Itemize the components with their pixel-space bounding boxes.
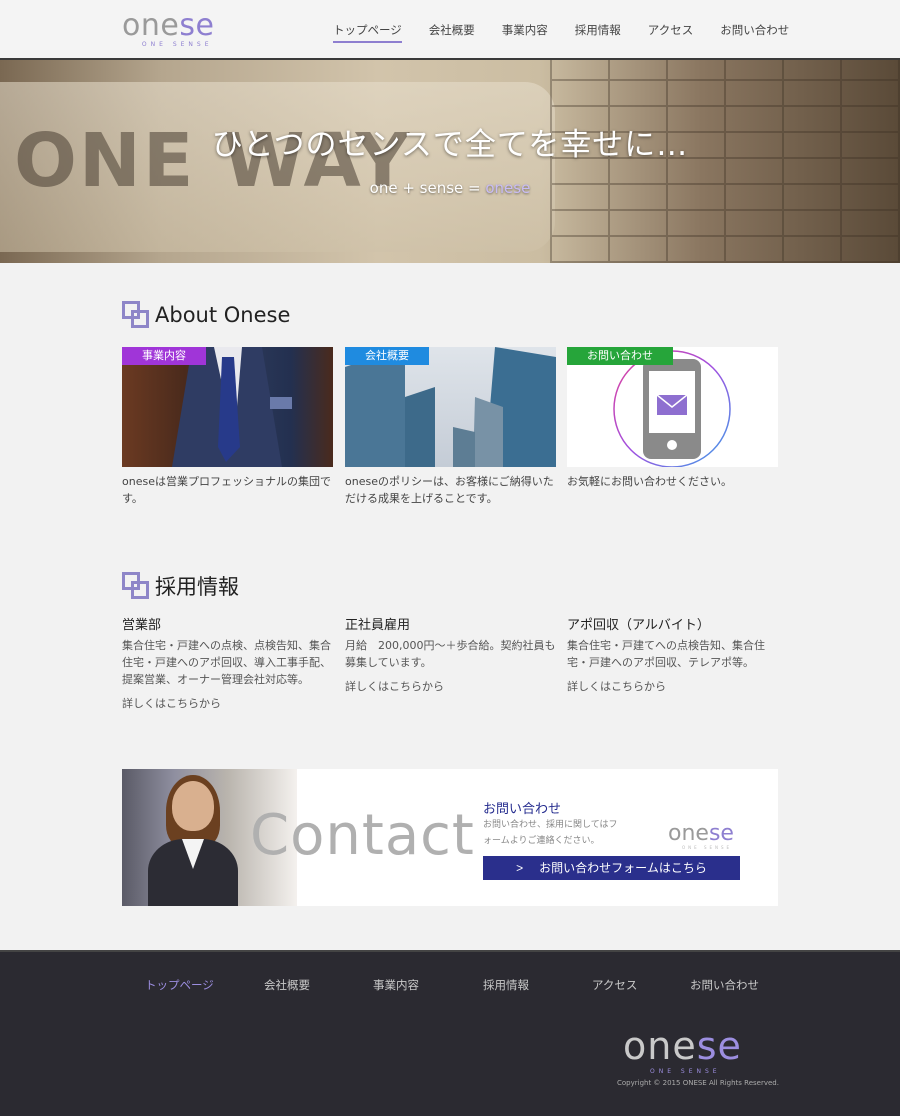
footer-logo-tagline: ONE SENSE	[650, 1068, 721, 1075]
nav-company[interactable]: 会社概要	[429, 22, 475, 43]
recruit-item-text: 集合住宅・戸建てへの点検告知、集合住宅・戸建へのアポ回収、テレアポ等。	[567, 639, 765, 669]
hero-subtitle: one + sense = onese	[369, 179, 531, 197]
card-business-text: oneseは営業プロフェッショナルの集団です。	[122, 475, 331, 505]
about-title: About Onese	[155, 303, 291, 327]
footer-nav-contact[interactable]: お問い合わせ	[690, 977, 759, 993]
recruit-item-title: 営業部	[122, 618, 162, 633]
recruit-item-link[interactable]: 詳しくはこちらから	[122, 695, 337, 711]
footer-nav-recruit[interactable]: 採用情報	[483, 977, 529, 993]
nav-recruit[interactable]: 採用情報	[575, 22, 621, 43]
recruit-item-text: 集合住宅・戸建への点検、点検告知、集合住宅・戸建へのアポ回収、導入工事手配、提案…	[122, 639, 331, 686]
footer-nav-business[interactable]: 事業内容	[373, 977, 419, 993]
footer-nav-access[interactable]: アクセス	[592, 977, 637, 993]
contact-description: お問い合わせ、採用に関してはフォームよりご連絡ください。	[483, 820, 618, 846]
recruit-item-link[interactable]: 詳しくはこちらから	[345, 678, 560, 694]
card-contact-text: お気軽にお問い合わせください。	[567, 475, 732, 488]
recruit-title: 採用情報	[155, 575, 239, 599]
site-header: onese ONE SENSE トップページ 会社概要 事業内容 採用情報 アク…	[0, 0, 900, 60]
about-heading: About Onese	[122, 301, 290, 329]
footer-logo[interactable]: onese	[623, 1027, 742, 1065]
card-business: 事業内容 oneseは営業プロフェッショナルの集団です。	[122, 347, 333, 507]
card-company-image[interactable]: 会社概要	[345, 347, 556, 467]
recruit-item-link[interactable]: 詳しくはこちらから	[567, 678, 782, 694]
skyscrapers-illustration	[345, 347, 556, 467]
recruit-item-title: アポ回収（アルバイト）	[567, 618, 710, 633]
card-company-tag[interactable]: 会社概要	[345, 347, 429, 365]
nav-contact[interactable]: お問い合わせ	[720, 22, 789, 43]
nav-top[interactable]: トップページ	[333, 22, 402, 43]
main-nav: トップページ 会社概要 事業内容 採用情報 アクセス お問い合わせ	[333, 22, 789, 43]
site-footer: トップページ 会社概要 事業内容 採用情報 アクセス お問い合わせ onese …	[0, 950, 900, 1116]
recruit-item: アポ回収（アルバイト） 集合住宅・戸建てへの点検告知、集合住宅・戸建へのアポ回収…	[567, 614, 782, 694]
recruit-item: 正社員雇用 月給 200,000円～＋歩合給。契約社員も募集しています。 詳しく…	[345, 614, 560, 694]
card-business-image[interactable]: 事業内容	[122, 347, 333, 467]
hero-banner: ONE WAY ひとつのセンスで全てを幸せに… one + sense = on…	[0, 60, 900, 263]
suit-man-illustration	[172, 347, 292, 467]
hero-title: ひとつのセンスで全てを幸せに…	[211, 127, 689, 163]
copyright: Copyright © 2015 ONESE All Rights Reserv…	[617, 1079, 779, 1087]
nav-business[interactable]: 事業内容	[502, 22, 548, 43]
contact-logo: onese	[668, 821, 734, 846]
card-business-tag[interactable]: 事業内容	[122, 347, 206, 365]
footer-nav-company[interactable]: 会社概要	[264, 977, 310, 993]
phone-mail-icon	[613, 350, 731, 467]
card-company-text: oneseのポリシーは、お客様にご納得いただける成果を上げることです。	[345, 475, 554, 505]
contact-banner: Contact お問い合わせ お問い合わせ、採用に関してはフォームよりご連絡くだ…	[122, 769, 778, 906]
site-logo[interactable]: onese ONE SENSE	[122, 8, 215, 49]
recruit-item-text: 月給 200,000円～＋歩合給。契約社員も募集しています。	[345, 639, 556, 669]
contact-form-button-label: お問い合わせフォームはこちら	[539, 861, 707, 875]
recruit-item: 営業部 集合住宅・戸建への点検、点検告知、集合住宅・戸建へのアポ回収、導入工事手…	[122, 614, 337, 711]
contact-logo-tagline: ONE SENSE	[682, 845, 733, 850]
nav-access[interactable]: アクセス	[648, 22, 693, 43]
chevron-right-icon: >	[516, 861, 524, 875]
contact-form-button[interactable]: > お問い合わせフォームはこちら	[483, 856, 740, 880]
footer-nav-top[interactable]: トップページ	[145, 977, 214, 993]
logo-wordmark: onese	[122, 8, 215, 43]
recruit-item-title: 正社員雇用	[345, 618, 411, 633]
card-contact-image[interactable]: お問い合わせ	[567, 347, 778, 467]
card-contact-tag[interactable]: お問い合わせ	[567, 347, 673, 365]
card-contact: お問い合わせ お気軽にお問い合わせください。	[567, 347, 778, 490]
contact-label: お問い合わせ	[483, 802, 562, 817]
recruit-heading: 採用情報	[122, 571, 239, 601]
squares-icon	[122, 301, 150, 329]
squares-icon	[122, 572, 150, 600]
card-company: 会社概要 oneseのポリシーは、お客様にご納得いただける成果を上げることです。	[345, 347, 556, 507]
contact-word: Contact	[250, 803, 475, 868]
